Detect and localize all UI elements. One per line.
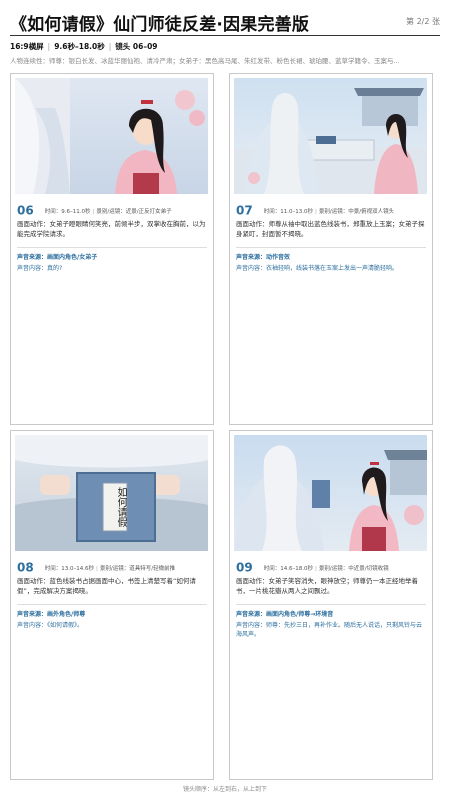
header: 《如何请假》仙门师徒反差·因果完善版 第 2/2 张 (10, 10, 440, 36)
sound-content: 声音内容：师尊：先抄三日，再补作业。随后无人说话，只剩风铃与云海风声。 (236, 622, 423, 638)
card-divider (17, 604, 207, 605)
shot-number: 07 (236, 203, 253, 218)
shot-header-07: 07 时间：11.0–13.0秒 | 景别/运镜：中景/俯视双人镜头 (236, 203, 395, 218)
page-indicator: 第 2/2 张 (406, 17, 440, 26)
shot-card-07: 07 时间：11.0–13.0秒 | 景别/运镜：中景/俯视双人镜头 画面动作：师尊… (229, 73, 433, 425)
sound-source: 声音来源：画面内角色/女弟子 (17, 254, 98, 261)
shot-framing: 景别/运镜：近景/正反打女弟子 (96, 208, 172, 215)
shot-action: 画面动作：蓝色线装书占据画面中心，书签上清楚写着“如何请假”，完成解决方案揭晓。 (17, 577, 196, 595)
shot-number: 09 (236, 560, 253, 575)
shot-framing: 景别/运镜：中近景/切镜收镜 (318, 565, 389, 572)
meta-line: 16:9横屏 | 9.6秒–18.0秒 | 镜头 06–09 (10, 42, 158, 51)
header-divider (10, 35, 440, 36)
shot-action: 画面动作：女弟子笑容消失，眼神放空；师尊仍一本正经地举着书，一片桃花瓣从两人之间… (236, 577, 418, 595)
shot-time: 时间：14.6–18.0秒 (263, 565, 314, 572)
character-continuity-note: 人物连续性：师尊：银白长发、冰蓝华丽仙袍、清冷严肃；女弟子：黑色高马尾、朱红发带… (10, 57, 400, 65)
shot-card-08: 如何请假 08 时间：13.0–14.6秒 | 景别/运镜：道具特写/轻微前推 画面… (10, 430, 214, 780)
shot-framing: 景别/运镜：道具特写/轻微前推 (99, 565, 176, 572)
time-range: 9.6秒–18.0秒 (54, 42, 105, 51)
shot-range: 镜头 06–09 (115, 42, 158, 51)
card-divider (236, 247, 426, 248)
shot-card-06: 06 时间：9.6–11.0秒 | 景别/运镜：近景/正反打女弟子 画面动作：女弟子… (10, 73, 214, 425)
shot-header-08: 08 时间：13.0–14.6秒 | 景别/运镜：道具特写/轻微前推 (17, 560, 176, 575)
aspect-ratio: 16:9横屏 (10, 42, 44, 51)
shot-image-06 (15, 78, 208, 194)
shot-time: 时间：9.6–11.0秒 (44, 208, 91, 215)
page-title: 《如何请假》仙门师徒反差·因果完善版 (10, 15, 310, 35)
sound-source: 声音来源：动作音效 (236, 254, 291, 261)
sound-source: 声音来源：画面内角色/师尊→环境音 (236, 611, 334, 618)
shot-order-note: 镜头顺序：从左到右，从上到下 (182, 786, 267, 793)
shot-image-09 (234, 435, 427, 551)
shot-image-08: 如何请假 (15, 435, 208, 551)
sound-content: 声音内容：《如何请假》。 (17, 622, 84, 629)
sound-source: 声音来源：画外角色/师尊 (17, 611, 86, 618)
shot-time: 时间：11.0–13.0秒 (263, 208, 314, 215)
shot-header-06: 06 时间：9.6–11.0秒 | 景别/运镜：近景/正反打女弟子 (17, 203, 172, 218)
shot-number: 06 (17, 203, 34, 218)
shot-card-09: 09 时间：14.6–18.0秒 | 景别/运镜：中近景/切镜收镜 画面动作：女弟子… (229, 430, 433, 780)
card-divider (17, 247, 207, 248)
shot-time: 时间：13.0–14.6秒 (44, 565, 95, 572)
shot-action: 画面动作：师尊从袖中取出蓝色线装书，郑重放上玉案；女弟子探身紧盯，封面暂不揭晓。 (236, 220, 425, 238)
shot-action: 画面动作：女弟子瞪眼睛何笑亮，前倾半步，双掌收在胸前，以为能完成学院请求。 (17, 220, 206, 238)
sound-content: 声音内容：衣袖轻响，线装书落在玉案上发出一声清脆轻响。 (236, 265, 399, 272)
shot-framing: 景别/运镜：中景/俯视双人镜头 (318, 208, 395, 215)
shot-header-09: 09 时间：14.6–18.0秒 | 景别/运镜：中近景/切镜收镜 (236, 560, 389, 575)
card-divider (236, 604, 426, 605)
shot-image-07 (234, 78, 427, 194)
shot-number: 08 (17, 560, 34, 575)
book-title-label: 如何请假 (115, 487, 126, 527)
sound-content: 声音内容：真的? (17, 265, 63, 272)
